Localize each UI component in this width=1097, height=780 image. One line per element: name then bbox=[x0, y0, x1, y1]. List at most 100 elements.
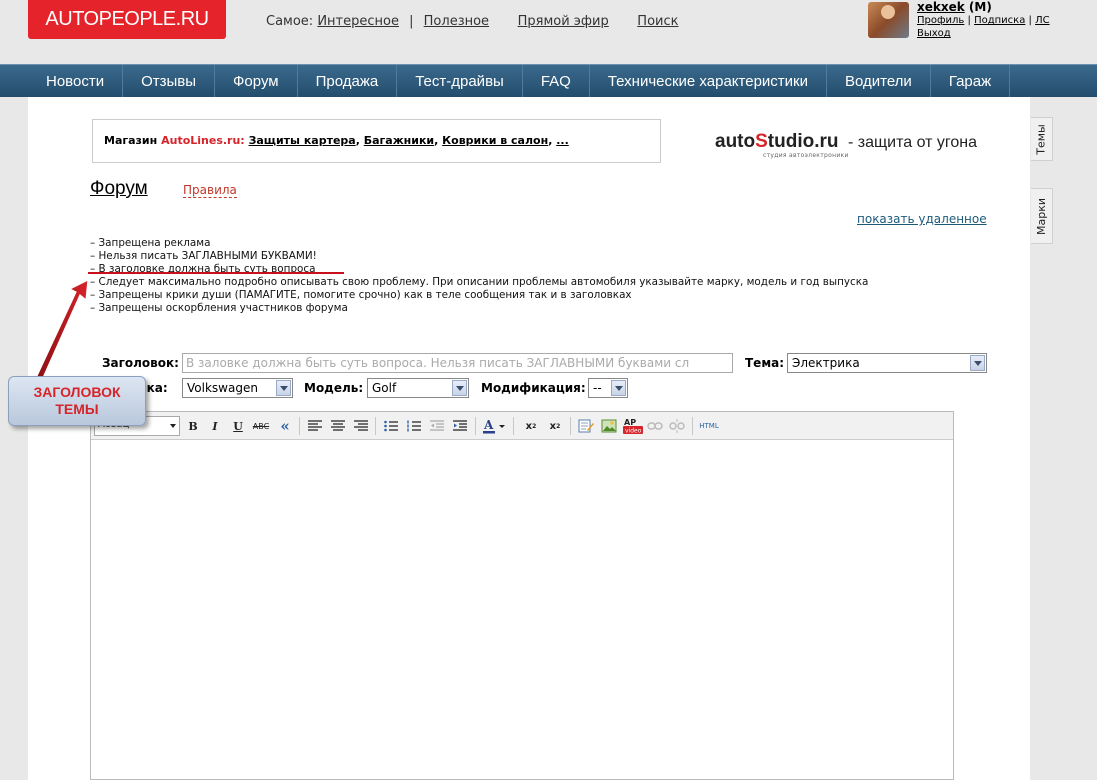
toolbar-separator bbox=[375, 417, 376, 435]
model-select-value: Golf bbox=[372, 381, 397, 395]
rules-link[interactable]: Правила bbox=[183, 184, 237, 198]
highlight-underline bbox=[88, 272, 344, 274]
user-gender: (M) bbox=[968, 0, 992, 14]
toolbar-separator bbox=[475, 417, 476, 435]
rule-item: – В заголовке должна быть суть вопроса bbox=[90, 263, 316, 275]
rule-item: – Следует максимально подробно описывать… bbox=[90, 276, 869, 288]
nav-item-faq[interactable]: FAQ bbox=[523, 65, 590, 97]
shop-link-more[interactable]: ... bbox=[556, 134, 569, 147]
html-button[interactable]: HTML bbox=[698, 418, 720, 434]
outdent-icon[interactable] bbox=[429, 418, 445, 434]
italic-button[interactable]: I bbox=[207, 418, 223, 434]
nav-item-specs[interactable]: Технические характеристики bbox=[590, 65, 827, 97]
top-nav-spacer bbox=[619, 14, 627, 29]
page-title[interactable]: Форум bbox=[90, 178, 148, 200]
autostudio-logo-auto: auto bbox=[715, 131, 756, 152]
autostudio-banner[interactable]: autoStudio.ru студия автоэлектроники - з… bbox=[715, 131, 978, 159]
avatar[interactable] bbox=[868, 2, 909, 38]
quote-button[interactable]: « bbox=[277, 417, 293, 435]
shop-name[interactable]: AutoLines.ru: bbox=[161, 134, 245, 147]
top-nav-interesting[interactable]: Интересное bbox=[317, 14, 399, 29]
topic-label: Тема: bbox=[745, 356, 785, 370]
shop-prefix: Магазин bbox=[104, 134, 158, 147]
site-logo[interactable]: AUTOPEOPLE.RU bbox=[28, 0, 226, 39]
chevron-down-icon[interactable] bbox=[611, 380, 626, 396]
nav-item-drivers[interactable]: Водители bbox=[827, 65, 931, 97]
topic-select-value: Электрика bbox=[792, 356, 860, 370]
autostudio-tagline: - защита от угона bbox=[848, 134, 978, 151]
numbered-list-icon[interactable] bbox=[406, 418, 422, 434]
profile-link[interactable]: Профиль bbox=[917, 15, 964, 26]
modification-label: Модификация: bbox=[481, 381, 586, 395]
strikethrough-button[interactable]: ABC bbox=[253, 418, 269, 434]
unlink-icon[interactable] bbox=[669, 418, 685, 434]
nav-item-test-drives[interactable]: Тест-драйвы bbox=[397, 65, 523, 97]
bullet-list-icon[interactable] bbox=[383, 418, 399, 434]
shop-link-roof-racks[interactable]: Багажники bbox=[364, 134, 434, 147]
side-tab-brands-label: Марки bbox=[1035, 197, 1049, 235]
nav-item-forum[interactable]: Форум bbox=[215, 65, 298, 97]
user-name-link[interactable]: xekxek bbox=[917, 0, 965, 14]
chevron-down-icon[interactable] bbox=[452, 380, 467, 396]
autostudio-logo: autoStudio.ru bbox=[715, 131, 839, 152]
model-select[interactable]: Golf bbox=[367, 378, 469, 398]
user-links: Профиль | Подписка | ЛС Выход bbox=[917, 15, 1050, 39]
topic-select[interactable]: Электрика bbox=[787, 353, 987, 373]
chevron-down-icon[interactable] bbox=[970, 355, 985, 371]
brand-select[interactable]: Volkswagen bbox=[182, 378, 293, 398]
top-nav-useful[interactable]: Полезное bbox=[424, 14, 489, 29]
nav-item-sale[interactable]: Продажа bbox=[298, 65, 398, 97]
title-input[interactable]: В заловке должна быть суть вопроса. Нель… bbox=[182, 353, 733, 373]
underline-button[interactable]: U bbox=[230, 418, 246, 434]
user-name: xekxek (M) bbox=[917, 0, 992, 14]
top-nav-spacer bbox=[499, 14, 507, 29]
autostudio-subtitle: студия автоэлектроники bbox=[763, 152, 849, 159]
edit-icon[interactable] bbox=[578, 418, 594, 434]
autostudio-logo-rest: tudio.ru bbox=[767, 131, 839, 152]
shop-link-mats[interactable]: Коврики в салон bbox=[442, 134, 548, 147]
pm-link[interactable]: ЛС bbox=[1035, 15, 1050, 26]
bold-button[interactable]: B bbox=[185, 418, 201, 434]
annotation-line-1: ЗАГОЛОВОК bbox=[33, 384, 121, 400]
modification-select[interactable]: -- bbox=[588, 378, 628, 398]
top-nav-prefix: Самое: bbox=[266, 14, 314, 29]
toolbar-separator bbox=[513, 417, 514, 435]
align-left-icon[interactable] bbox=[307, 418, 323, 434]
side-tab-topics[interactable]: Темы bbox=[1031, 117, 1053, 161]
annotation-callout: ЗАГОЛОВОК ТЕМЫ bbox=[8, 376, 146, 426]
svg-text:AP: AP bbox=[624, 418, 636, 427]
toolbar-separator bbox=[570, 417, 571, 435]
shop-link-crankcase[interactable]: Защиты картера bbox=[249, 134, 356, 147]
logout-link[interactable]: Выход bbox=[917, 28, 951, 39]
svg-text:A: A bbox=[483, 418, 494, 432]
chevron-down-icon[interactable] bbox=[276, 380, 291, 396]
superscript-icon[interactable]: x2 bbox=[547, 418, 563, 434]
subscription-link[interactable]: Подписка bbox=[974, 15, 1025, 26]
align-right-icon[interactable] bbox=[353, 418, 369, 434]
svg-text:video: video bbox=[625, 428, 642, 435]
rules-list: – Запрещена реклама – Нельзя писать ЗАГЛ… bbox=[90, 237, 868, 315]
side-tab-brands[interactable]: Марки bbox=[1031, 188, 1053, 244]
top-nav-live[interactable]: Прямой эфир bbox=[518, 14, 609, 29]
video-icon[interactable]: AP video bbox=[623, 418, 643, 435]
image-icon[interactable] bbox=[601, 418, 617, 434]
top-nav: Самое: Интересное | Полезное Прямой эфир… bbox=[266, 14, 678, 29]
autostudio-logo-s: S bbox=[755, 131, 768, 152]
nav-item-garage[interactable]: Гараж bbox=[931, 65, 1011, 97]
message-editor[interactable]: Абзац B I U ABC « A x2 x2 APvideo HTML bbox=[90, 411, 954, 780]
rule-item: – Запрещены оскорбления участников форум… bbox=[90, 302, 348, 314]
top-nav-separator: | bbox=[409, 14, 414, 29]
indent-icon[interactable] bbox=[452, 418, 468, 434]
subscript-icon[interactable]: x2 bbox=[523, 418, 539, 434]
main-nav: Новости Отзывы Форум Продажа Тест-драйвы… bbox=[0, 64, 1097, 97]
nav-item-reviews[interactable]: Отзывы bbox=[123, 65, 216, 97]
link-icon[interactable] bbox=[647, 418, 663, 434]
rule-item: – Запрещена реклама bbox=[90, 237, 211, 249]
align-center-icon[interactable] bbox=[330, 418, 346, 434]
show-deleted-link[interactable]: показать удаленное bbox=[857, 212, 987, 226]
text-color-icon[interactable]: A bbox=[483, 418, 507, 434]
modification-select-value: -- bbox=[593, 381, 602, 395]
top-nav-search[interactable]: Поиск bbox=[637, 14, 678, 29]
nav-item-news[interactable]: Новости bbox=[28, 65, 124, 97]
toolbar-separator bbox=[692, 417, 693, 435]
